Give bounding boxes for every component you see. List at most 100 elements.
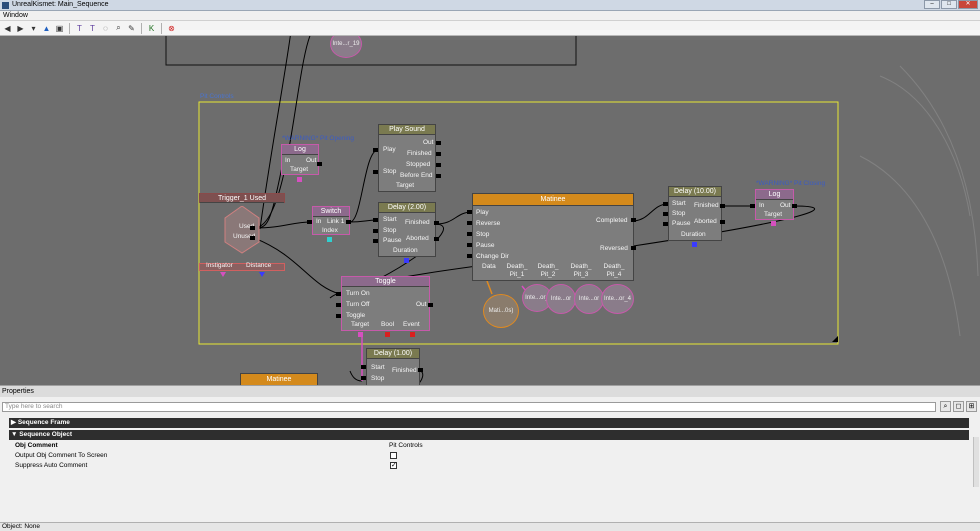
stop-icon[interactable]: ⊗ xyxy=(166,23,177,34)
open-icon[interactable]: ▣ xyxy=(54,23,65,34)
input-pin[interactable] xyxy=(361,365,366,369)
prop-row-obj-comment[interactable]: Obj Comment Pit Controls xyxy=(9,441,969,451)
input-pin[interactable] xyxy=(336,314,341,318)
output-comment-checkbox[interactable] xyxy=(390,452,397,459)
output-pin[interactable] xyxy=(250,236,255,240)
toolbar-separator xyxy=(141,22,142,34)
input-pin[interactable] xyxy=(663,222,668,226)
var-interp-2[interactable]: Inte...or xyxy=(546,284,576,314)
input-pin[interactable] xyxy=(373,229,378,233)
var-pin[interactable] xyxy=(385,332,390,337)
rename-icon[interactable]: T xyxy=(87,23,98,34)
pin-label: Stopped xyxy=(406,161,431,168)
trigger-node[interactable]: Trigger_1 Used xyxy=(199,193,285,203)
var-pin[interactable] xyxy=(410,332,415,337)
section-sequence-frame[interactable]: ▶ Sequence Frame xyxy=(9,418,969,428)
pin-label: Change Dir xyxy=(476,253,509,260)
var-matinee-data[interactable]: Mati...0s) xyxy=(483,294,519,328)
log-node-2[interactable]: Log In Out Target xyxy=(755,189,794,220)
input-pin[interactable] xyxy=(361,376,366,380)
suppress-comment-checkbox[interactable]: ✓ xyxy=(390,462,397,469)
output-pin[interactable] xyxy=(720,204,725,208)
output-pin[interactable] xyxy=(436,174,441,178)
status-bar: Object: None xyxy=(0,522,980,531)
var-pin[interactable] xyxy=(220,272,226,277)
var-pin[interactable] xyxy=(404,258,409,263)
forward-icon[interactable]: ▶ xyxy=(15,23,26,34)
search-icon[interactable]: ⌕ xyxy=(940,401,951,412)
output-pin[interactable] xyxy=(631,246,636,250)
minimize-button[interactable]: – xyxy=(924,0,940,9)
output-pin[interactable] xyxy=(436,163,441,167)
var-pin[interactable] xyxy=(327,237,332,242)
output-pin[interactable] xyxy=(631,218,636,222)
input-pin[interactable] xyxy=(467,221,472,225)
play-sound-node[interactable]: Play Sound Play Stop Out Finished Stoppe… xyxy=(378,124,436,192)
input-pin[interactable] xyxy=(467,254,472,258)
input-pin[interactable] xyxy=(373,170,378,174)
output-pin[interactable] xyxy=(434,221,439,225)
output-pin[interactable] xyxy=(720,220,725,224)
close-button[interactable]: ✕ xyxy=(958,0,978,9)
input-pin[interactable] xyxy=(336,292,341,296)
matinee-node[interactable]: Matinee Play Reverse Stop Pause Change D… xyxy=(472,193,634,281)
var-pin[interactable] xyxy=(692,242,697,247)
output-pin[interactable] xyxy=(434,237,439,241)
dropdown-icon[interactable]: ▾ xyxy=(28,23,39,34)
node-title: Switch xyxy=(313,207,349,217)
pin-label: Target xyxy=(764,211,783,218)
input-pin[interactable] xyxy=(307,220,312,224)
output-pin[interactable] xyxy=(250,226,255,230)
input-pin[interactable] xyxy=(663,202,668,206)
tools-icon[interactable]: ✎ xyxy=(126,23,137,34)
var-interp-3[interactable]: Inte...or xyxy=(574,284,604,314)
output-pin[interactable] xyxy=(436,152,441,156)
var-pin[interactable] xyxy=(358,332,363,337)
resize-handle[interactable] xyxy=(832,336,838,342)
up-icon[interactable]: ▲ xyxy=(41,23,52,34)
delay-node-2[interactable]: Delay (2.00) Start Stop Pause Finished A… xyxy=(378,202,436,257)
new-icon[interactable]: T xyxy=(74,23,85,34)
input-pin[interactable] xyxy=(750,204,755,208)
var-pin[interactable] xyxy=(771,221,776,226)
input-pin[interactable] xyxy=(663,212,668,216)
output-pin[interactable] xyxy=(346,220,351,224)
kismet-canvas[interactable]: Inte...r_19 Pit Controls *WARNING* Pit O… xyxy=(0,36,980,385)
search-icon[interactable]: ⌕ xyxy=(113,23,124,34)
menu-window[interactable]: Window xyxy=(3,12,28,19)
input-pin[interactable] xyxy=(467,210,472,214)
input-pin[interactable] xyxy=(467,243,472,247)
output-pin[interactable] xyxy=(436,141,441,145)
output-pin[interactable] xyxy=(792,204,797,208)
options-icon[interactable]: ⊞ xyxy=(966,401,977,412)
switch-node[interactable]: Switch In Link 1 Index xyxy=(312,206,350,235)
output-pin[interactable] xyxy=(317,162,322,166)
properties-scrollbar[interactable] xyxy=(973,437,979,487)
output-pin[interactable] xyxy=(418,368,423,372)
clear-icon[interactable]: ◻ xyxy=(953,401,964,412)
bulb-icon[interactable]: ◌ xyxy=(100,23,111,34)
k-icon[interactable]: K xyxy=(146,23,157,34)
node-title: Toggle xyxy=(342,277,429,287)
maximize-button[interactable]: □ xyxy=(941,0,957,9)
pin-label: Turn Off xyxy=(346,301,370,308)
section-sequence-object[interactable]: ▼ Sequence Object xyxy=(9,430,969,440)
input-pin[interactable] xyxy=(373,148,378,152)
input-pin[interactable] xyxy=(336,303,341,307)
var-interp-4[interactable]: Inte...or_4 xyxy=(601,284,634,314)
delay-node-10[interactable]: Delay (10.00) Start Stop Pause Finished … xyxy=(668,186,722,241)
log-node-1[interactable]: Log In Out Target xyxy=(281,144,319,175)
pin-label: Pause xyxy=(476,242,495,249)
search-input[interactable]: Type here to search xyxy=(2,402,936,412)
toggle-node[interactable]: Toggle Turn On Turn Off Toggle Out Targe… xyxy=(341,276,430,331)
var-pin[interactable] xyxy=(259,272,265,277)
input-pin[interactable] xyxy=(373,239,378,243)
input-pin[interactable] xyxy=(373,218,378,222)
matinee-node-bottom[interactable]: Matinee xyxy=(240,373,318,385)
delay-node-1[interactable]: Delay (1.00) Start Stop Finished xyxy=(366,348,420,385)
input-pin[interactable] xyxy=(467,232,472,236)
output-pin[interactable] xyxy=(428,303,433,307)
var-pin[interactable] xyxy=(297,177,302,182)
back-icon[interactable]: ◀ xyxy=(2,23,13,34)
pin-label: Reverse xyxy=(476,220,501,227)
